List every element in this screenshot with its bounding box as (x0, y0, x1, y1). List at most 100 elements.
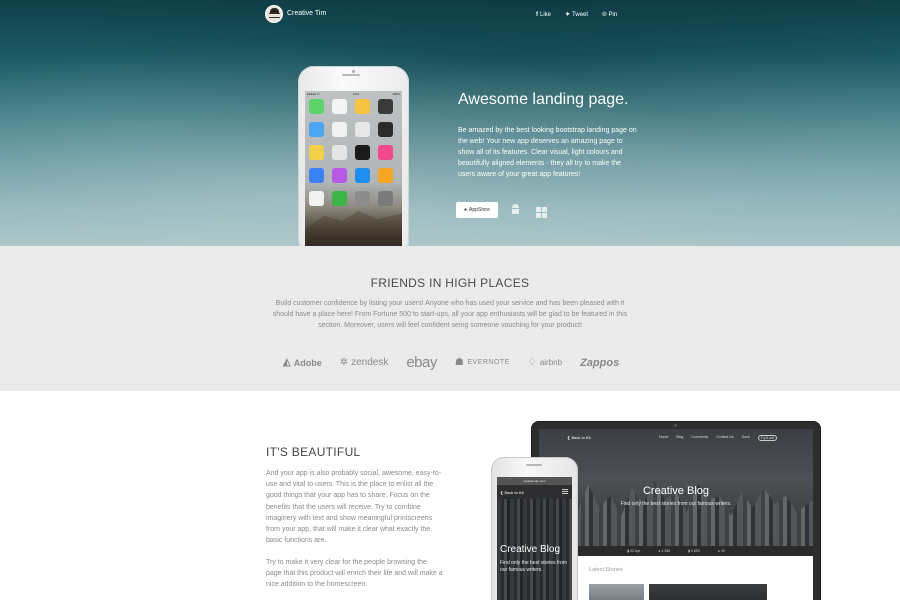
friends-section: FRIENDS IN HIGH PLACES Build customer co… (0, 246, 900, 391)
pinterest-pin-link[interactable]: ℗ Pin (602, 11, 617, 18)
top-navbar: Creative Tim f Like ✦ Tweet ℗ Pin (0, 5, 900, 27)
brand-name: Creative Tim (287, 10, 327, 17)
adobe-icon: ◭ (283, 357, 291, 368)
adobe-logo-text: Adobe (293, 357, 322, 368)
tablet-blog-title: Creative Blog (642, 485, 710, 497)
apple-icon: ● (464, 207, 468, 213)
appstore-label: AppStore (469, 207, 490, 213)
mini-phone-speaker (526, 464, 542, 466)
status-time: 9:41 (353, 92, 359, 96)
mini-phone-back-link: ❮ Back to Kit (500, 490, 524, 495)
friends-title: FRIENDS IN HIGH PLACES (370, 276, 530, 290)
tablet-menu-item: Contact Us (716, 435, 734, 439)
zendesk-icon: ✲ (339, 357, 349, 368)
app-icon (309, 168, 324, 183)
facebook-like-link[interactable]: f Like (536, 11, 551, 18)
twitter-icon: ✦ (565, 12, 571, 18)
app-icon (355, 122, 370, 137)
twitter-tweet-label: Tweet (572, 11, 589, 18)
tablet-stat: ▮ 9,853 (688, 549, 700, 553)
facebook-like-label: Like (540, 11, 552, 18)
features-paragraph-1: And your app is also probably social, aw… (266, 470, 442, 545)
social-links: f Like ✦ Tweet ℗ Pin (536, 11, 617, 19)
app-icon (378, 168, 393, 183)
tablet-menu: Home Blog Comments Contact Us Docs Try i… (659, 435, 778, 441)
brand-avatar-icon (265, 5, 283, 23)
mini-phone-navbar: ❮ Back to Kit (497, 485, 572, 499)
hero-section: Creative Tim f Like ✦ Tweet ℗ Pin ●●●●● … (0, 0, 900, 246)
appstore-button[interactable]: ● AppStore (456, 202, 498, 218)
tablet-latest-heading: Latest Stories (589, 567, 623, 573)
tablet-menu-item: Blog (676, 435, 684, 439)
app-icon (378, 191, 393, 206)
tablet-stat: ▮ 22 Apr (627, 549, 641, 553)
tablet-screen: ❮ Back to Kit Home Blog Comments Contact… (539, 429, 813, 600)
app-icon (355, 191, 370, 206)
mini-phone-url-bar: creative-tim.com (497, 477, 572, 485)
zappos-logo-text: Zappos (580, 356, 620, 369)
app-icon (378, 99, 393, 114)
airbnb-logo-text: airbnb (539, 358, 563, 367)
tablet-menu-item: Comments (691, 435, 709, 439)
android-button[interactable] (508, 203, 524, 217)
zappos-logo: Zappos (580, 357, 619, 369)
app-icon (309, 99, 324, 114)
brand-link[interactable]: Creative Tim (265, 5, 327, 23)
mini-phone-blog-title: Creative Blog (500, 544, 561, 555)
app-icon (378, 122, 393, 137)
airbnb-logo: ♢ airbnb (528, 357, 562, 368)
app-icon (378, 145, 393, 160)
app-icon (355, 99, 370, 114)
evernote-icon: ☗ (454, 357, 465, 368)
android-icon (511, 203, 520, 214)
tablet-stats-strip: ▮ 22 Apr ● 2,358 ▮ 9,853 ● 49 (539, 546, 813, 556)
zendesk-logo-text: zendesk (351, 357, 389, 368)
tablet-menu-item: Docs (741, 435, 750, 439)
app-icon (355, 145, 370, 160)
windows-icon (536, 206, 548, 218)
phone-screen: ●●●●● ᯤ 9:41 100% (305, 91, 402, 246)
hamburger-menu-icon (562, 489, 568, 494)
mini-phone-mockup: creative-tim.com ❮ Back to Kit Creative … (491, 457, 578, 600)
phone-speaker (342, 74, 360, 76)
app-icon (309, 191, 324, 206)
status-signal: ●●●●● ᯤ (307, 92, 320, 96)
wallpaper-rock (305, 211, 402, 246)
facebook-icon: f (536, 11, 538, 18)
status-battery: 100% (392, 92, 400, 96)
app-icon (332, 122, 347, 137)
tablet-blog-hero: ❮ Back to Kit Home Blog Comments Contact… (539, 429, 813, 556)
tablet-story-thumbnail (589, 584, 644, 600)
twitter-tweet-link[interactable]: ✦ Tweet (565, 11, 589, 19)
features-title: IT'S BEAUTIFUL (266, 445, 361, 459)
tablet-menu-item: Home (659, 435, 669, 439)
features-paragraph-2: Try to make it very clear for the people… (266, 559, 443, 589)
mini-phone-blog-subtitle: Find only the best stories from our famo… (500, 560, 567, 573)
tablet-stat: ● 2,358 (658, 549, 671, 553)
windows-button[interactable] (534, 203, 550, 218)
phone-status-bar: ●●●●● ᯤ 9:41 100% (307, 92, 400, 96)
tablet-menu-item: Try it out (757, 435, 778, 441)
zendesk-logo: ✲ zendesk (340, 357, 389, 368)
evernote-logo: ☗ EVERNOTE (455, 357, 510, 368)
hero-title: Awesome landing page. (458, 91, 629, 108)
tablet-back-link: ❮ Back to Kit (567, 435, 591, 440)
download-buttons: ● AppStore (456, 202, 550, 218)
pinterest-icon: ℗ (602, 11, 607, 18)
friends-description: Build customer confidence by listing you… (272, 300, 628, 329)
hero-phone-mockup: ●●●●● ᯤ 9:41 100% (298, 66, 409, 246)
app-icon-grid (309, 99, 393, 206)
features-section: IT'S BEAUTIFUL And your app is also prob… (0, 391, 900, 600)
app-icon (332, 145, 347, 160)
tablet-navbar: ❮ Back to Kit Home Blog Comments Contact… (539, 429, 813, 445)
mini-phone-screen: creative-tim.com ❮ Back to Kit Creative … (497, 477, 572, 600)
phone-camera (352, 70, 355, 73)
ebay-logo: ebay (406, 354, 437, 371)
evernote-logo-text: EVERNOTE (467, 359, 510, 366)
hero-description: Be amazed by the best looking bootstrap … (458, 127, 637, 178)
tablet-stat: ● 49 (717, 549, 725, 553)
tablet-story-thumbnail (649, 584, 767, 600)
airbnb-icon: ♢ (527, 357, 537, 368)
app-icon (332, 99, 347, 114)
app-icon (309, 145, 324, 160)
